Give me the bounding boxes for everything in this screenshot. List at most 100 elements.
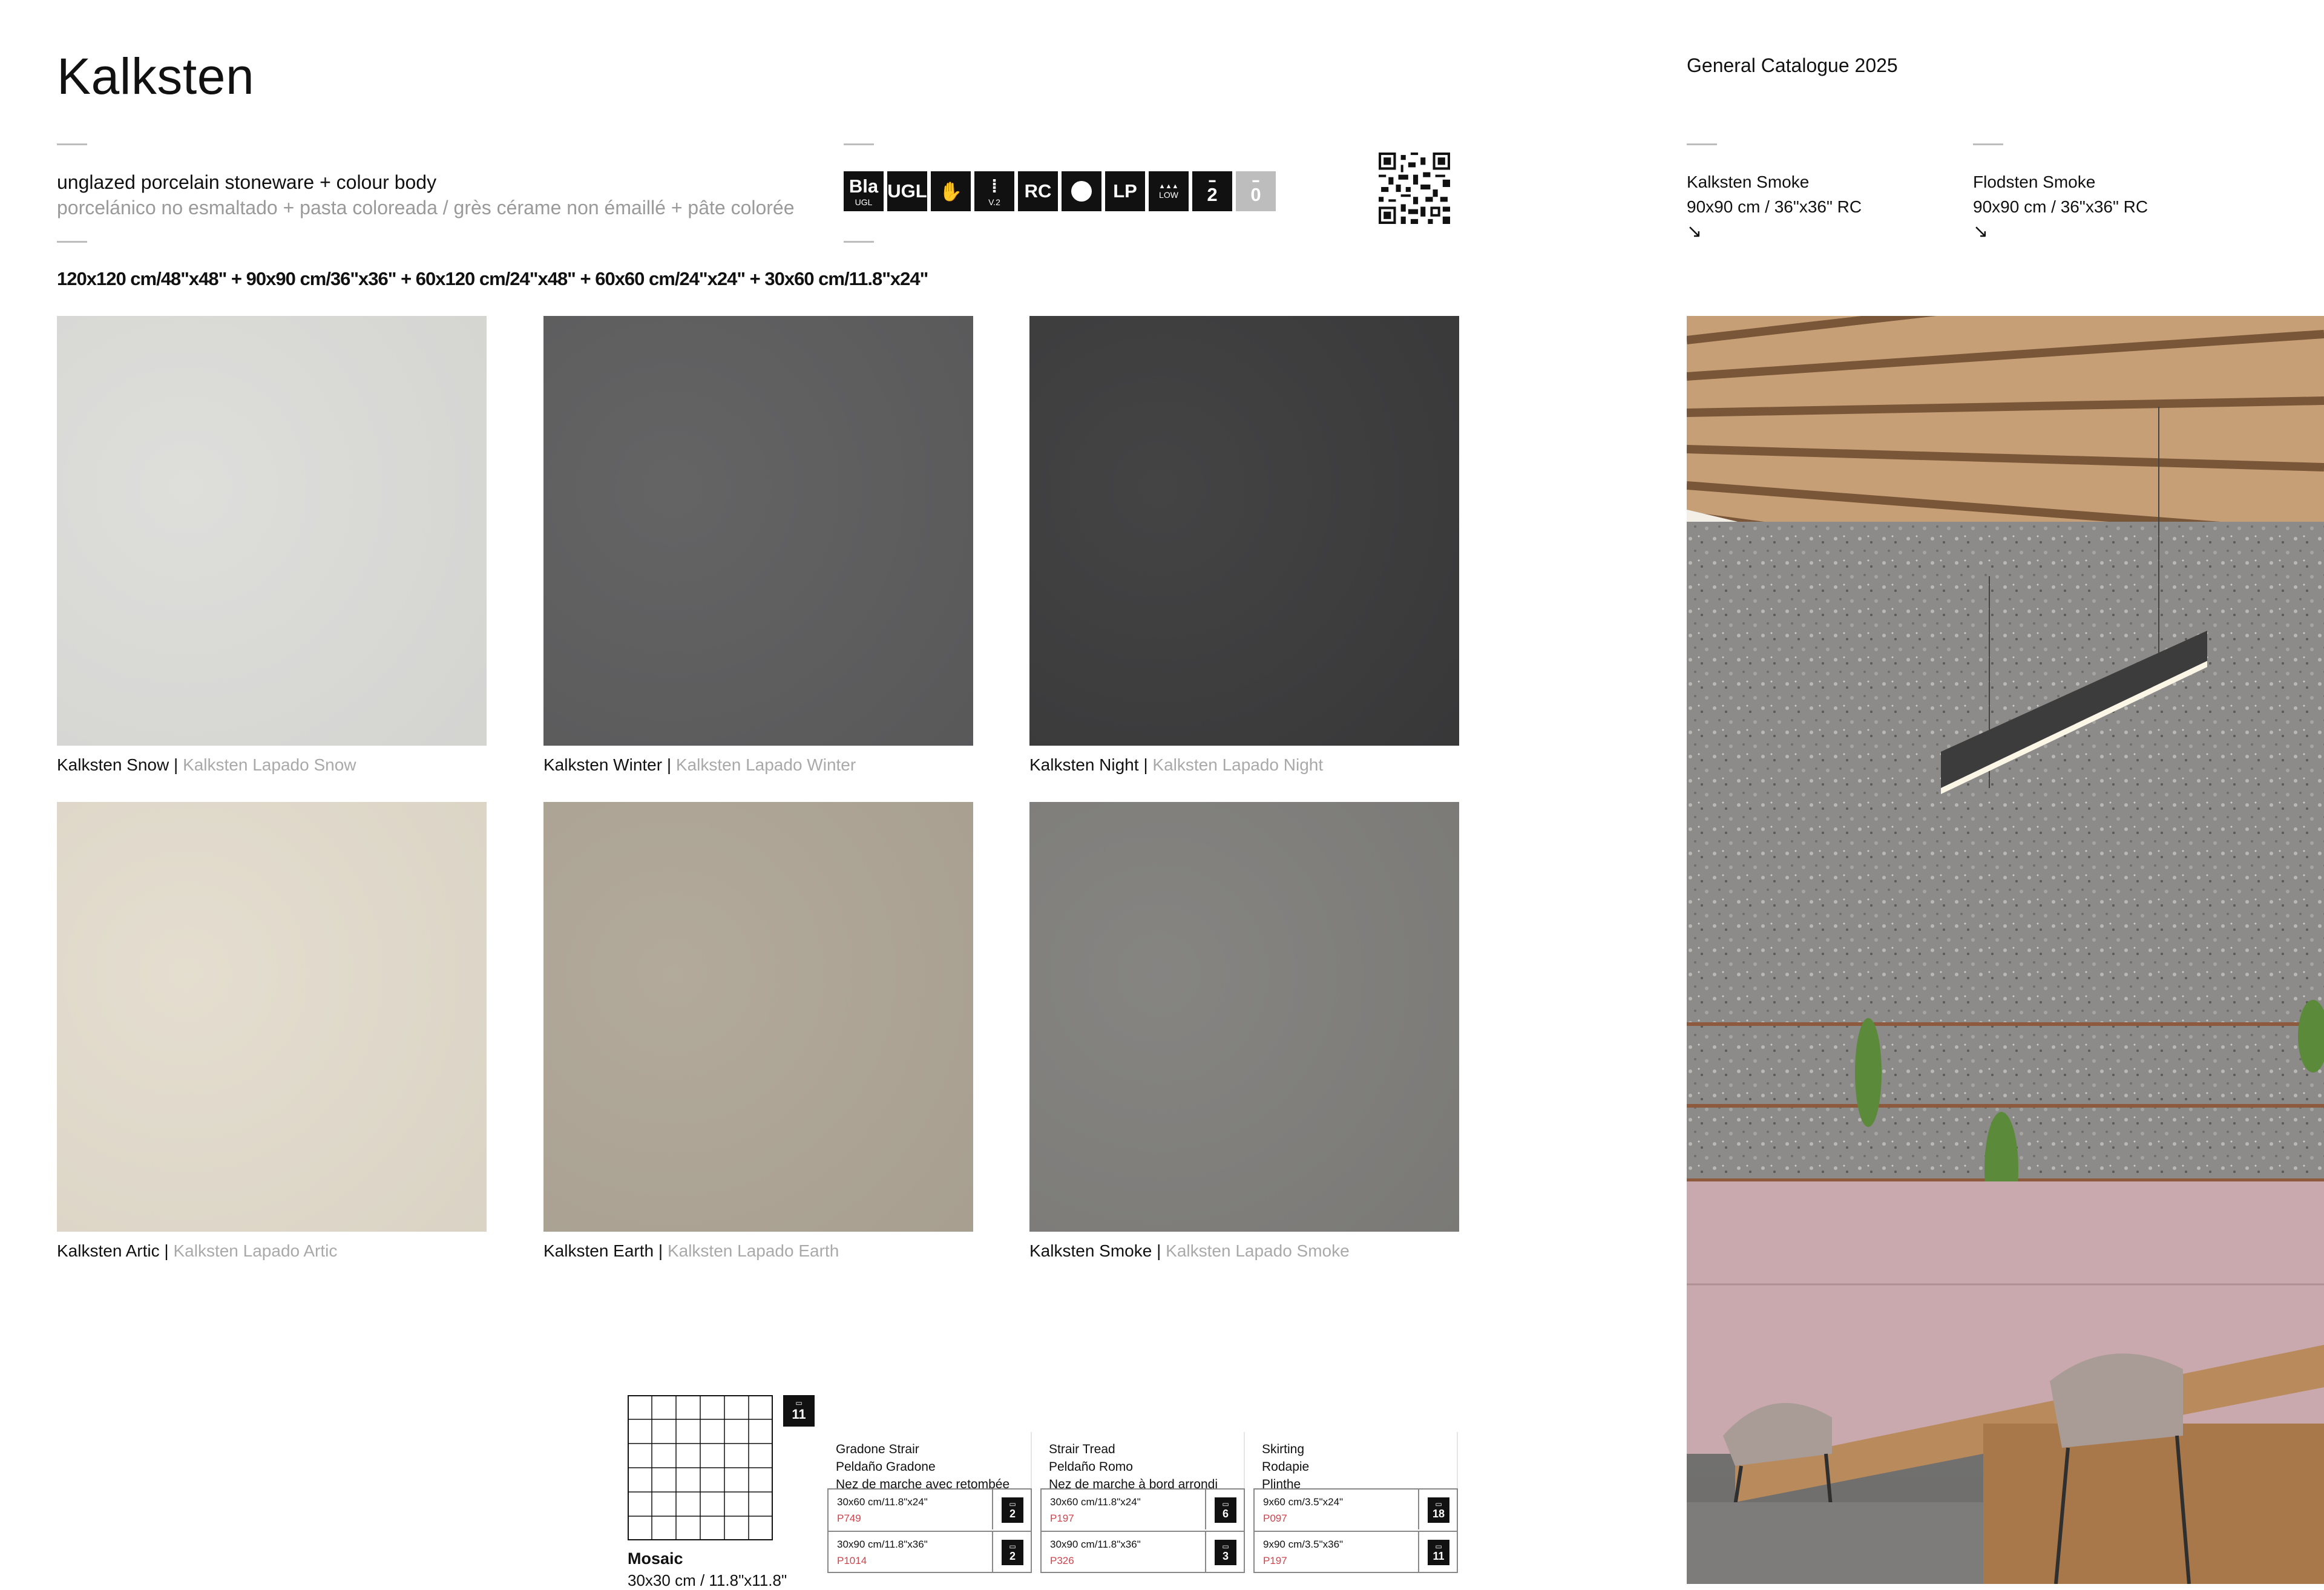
- piece-code: P197: [1263, 1555, 1287, 1566]
- divider: [57, 241, 87, 243]
- table-row: 30x90 cm/11.8"x36" P1014 ▭ 2: [827, 1531, 1032, 1573]
- material-english: unglazed porcelain stoneware + colour bo…: [57, 171, 437, 193]
- piece-size: 30x60 cm/11.8"x24": [1050, 1496, 1141, 1508]
- material-translations: porcelánico no esmaltado + pasta colorea…: [57, 197, 795, 218]
- mosaic-grid-icon: [628, 1395, 773, 1540]
- piece-code: P749: [837, 1513, 861, 1524]
- piece-size: 9x90 cm/3.5"x36": [1263, 1539, 1344, 1550]
- tile-swatch[interactable]: [57, 802, 487, 1232]
- lp-icon: LP: [1105, 171, 1145, 211]
- mosaic-size: 30x30 cm / 11.8"x11.8": [628, 1571, 787, 1589]
- tile-name: Kalksten Earth: [543, 1241, 654, 1260]
- divider: [1687, 143, 1717, 145]
- tech-icon-row: Bla UGL UGL ✋ ⁞ V.2 RC LP ▲▲▲ LOW ▬ 2 ▬ 0: [844, 171, 1276, 211]
- special-piece-table: Gradone Strair Peldaño Gradone Nez de marc…: [827, 1432, 1032, 1573]
- tile-name: Kalksten Artic: [57, 1241, 160, 1260]
- divider: [1973, 143, 2003, 145]
- tile-name: Kalksten Night: [1029, 755, 1139, 774]
- tile-caption: Kalksten Artic | Kalksten Lapado Artic: [57, 1241, 337, 1261]
- box-cell: ▭ 2: [992, 1490, 1031, 1529]
- mosaic-label: Mosaic: [628, 1549, 683, 1568]
- bla-icon: Bla UGL: [844, 171, 884, 211]
- box-icon: ▭: [795, 1399, 803, 1407]
- box-badge: ▭ 11: [1428, 1540, 1449, 1565]
- page-title: Kalksten: [57, 48, 255, 105]
- tile-swatch[interactable]: [1029, 802, 1459, 1232]
- box-badge: ▭ 3: [1215, 1540, 1236, 1565]
- piece-name: Strair Tread: [1049, 1442, 1115, 1456]
- tile-lapado-name: Kalksten Lapado Artic: [173, 1241, 338, 1260]
- tile-name: Kalksten Smoke: [1029, 1241, 1152, 1260]
- tile-caption: Kalksten Smoke | Kalksten Lapado Smoke: [1029, 1241, 1350, 1261]
- separator: |: [169, 755, 183, 774]
- tile-lapado-name: Kalksten Lapado Snow: [183, 755, 356, 774]
- box-icon: ▭: [1222, 1499, 1229, 1508]
- table-row: 30x90 cm/11.8"x36" P326 ▭ 3: [1040, 1531, 1245, 1573]
- tile-swatch[interactable]: [57, 316, 487, 746]
- qr-code-icon[interactable]: [1379, 153, 1450, 224]
- ambience-label-1: Kalksten Smoke 90x90 cm / 36"x36" RC ↘: [1687, 169, 1862, 244]
- piece-heading: Strair Tread Peldaño Romo Nez de marche à …: [1040, 1432, 1245, 1491]
- shoe-2-icon: ▬ 2: [1192, 171, 1232, 211]
- box-cell: ▭ 2: [992, 1532, 1031, 1572]
- piece-name: Peldaño Gradone: [836, 1460, 936, 1474]
- tile-lapado-name: Kalksten Lapado Winter: [675, 755, 856, 774]
- table-row: 9x90 cm/3.5"x36" P197 ▭ 11: [1253, 1531, 1458, 1573]
- box-icon: ▭: [1435, 1499, 1442, 1508]
- tile-name: Kalksten Winter: [543, 755, 663, 774]
- piece-name: Rodapie: [1262, 1460, 1310, 1474]
- table-row: 30x60 cm/11.8"x24" P749 ▭ 2: [827, 1488, 1032, 1531]
- separator: |: [1138, 755, 1153, 774]
- box-cell: ▭ 6: [1205, 1490, 1244, 1529]
- dot-icon: [1062, 171, 1101, 211]
- tile-swatch[interactable]: [1029, 316, 1459, 746]
- separator: |: [662, 755, 676, 774]
- box-cell: ▭ 3: [1205, 1532, 1244, 1572]
- box-badge: ▭ 18: [1428, 1497, 1449, 1523]
- piece-name: Gradone Strair: [836, 1442, 919, 1456]
- arrow-down-right-icon: ↘: [1687, 222, 1702, 241]
- formats-line: 120x120 cm/48"x48" + 90x90 cm/36"x36" + …: [57, 268, 928, 289]
- ambience-label-2: Flodsten Smoke 90x90 cm / 36"x36" RC ↘: [1973, 169, 2148, 244]
- material-description: unglazed porcelain stoneware + colour bo…: [57, 169, 795, 220]
- special-piece-table: Skirting Rodapie Plinthe 9x60 cm/3.5"x24" P0…: [1253, 1432, 1458, 1573]
- piece-heading: Gradone Strair Peldaño Gradone Nez de marc…: [827, 1432, 1032, 1491]
- piece-name: Skirting: [1262, 1442, 1305, 1456]
- piece-heading: Skirting Rodapie Plinthe: [1253, 1432, 1458, 1491]
- ambience-size: 90x90 cm / 36"x36" RC: [1687, 197, 1862, 216]
- tile-swatch[interactable]: [543, 316, 973, 746]
- tile-name: Kalksten Snow: [57, 755, 169, 774]
- piece-code: P326: [1050, 1555, 1074, 1566]
- separator: |: [159, 1241, 174, 1260]
- box-icon: ▭: [1009, 1542, 1016, 1551]
- tile-caption: Kalksten Night | Kalksten Lapado Night: [1029, 755, 1323, 775]
- piece-size: 30x90 cm/11.8"x36": [837, 1539, 928, 1550]
- box-badge: ▭ 6: [1215, 1497, 1236, 1523]
- tile-lapado-name: Kalksten Lapado Smoke: [1166, 1241, 1350, 1260]
- tile-caption: Kalksten Earth | Kalksten Lapado Earth: [543, 1241, 839, 1261]
- tile-lapado-name: Kalksten Lapado Earth: [667, 1241, 839, 1260]
- rc-icon: RC: [1018, 171, 1058, 211]
- table-row: 30x60 cm/11.8"x24" P197 ▭ 6: [1040, 1488, 1245, 1531]
- ambience-name: Flodsten Smoke: [1973, 172, 2096, 191]
- piece-name: Peldaño Romo: [1049, 1460, 1133, 1474]
- tile-swatch[interactable]: [543, 802, 973, 1232]
- box-icon: ▭: [1009, 1499, 1016, 1508]
- box-badge: ▭ 2: [1002, 1497, 1023, 1523]
- box-cell: ▭ 11: [1418, 1532, 1457, 1572]
- piece-size: 30x90 cm/11.8"x36": [1050, 1539, 1141, 1550]
- special-piece-table: Strair Tread Peldaño Romo Nez de marche à …: [1040, 1432, 1245, 1573]
- box-icon: ▭: [1435, 1542, 1442, 1551]
- ambience-photo: [1687, 316, 2324, 1584]
- piece-code: P197: [1050, 1513, 1074, 1524]
- divider: [844, 241, 874, 243]
- arrow-down-right-icon: ↘: [1973, 222, 1989, 241]
- table-row: 9x60 cm/3.5"x24" P097 ▭ 18: [1253, 1488, 1458, 1531]
- ambience-size: 90x90 cm / 36"x36" RC: [1973, 197, 2148, 216]
- tile-caption: Kalksten Snow | Kalksten Lapado Snow: [57, 755, 356, 775]
- ambience-name: Kalksten Smoke: [1687, 172, 1810, 191]
- catalogue-label: General Catalogue 2025: [1687, 54, 1898, 76]
- hand-icon: ✋: [931, 171, 971, 211]
- box-badge: ▭ 2: [1002, 1540, 1023, 1565]
- box-cell: ▭ 18: [1418, 1490, 1457, 1529]
